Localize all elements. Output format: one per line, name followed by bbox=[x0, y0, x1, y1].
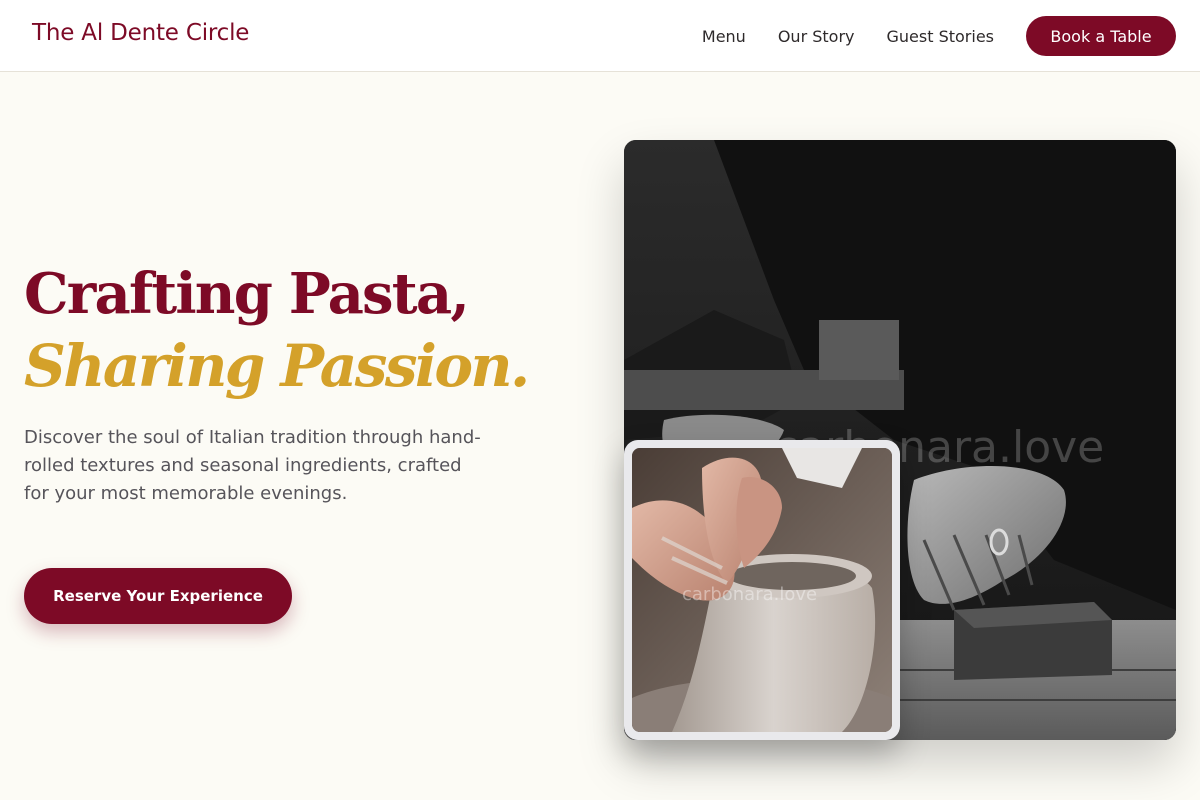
brand-logo[interactable]: The Al Dente Circle bbox=[32, 20, 249, 46]
nav-link-guest-stories[interactable]: Guest Stories bbox=[887, 27, 995, 46]
inset-photo-watermark: carbonara.love bbox=[682, 584, 818, 605]
inset-photo-frame: carbonara.love bbox=[624, 440, 900, 740]
book-table-button[interactable]: Book a Table bbox=[1026, 16, 1176, 56]
hero-description: Discover the soul of Italian tradition t… bbox=[24, 427, 481, 504]
main-nav: Menu Our Story Guest Stories Book a Tabl… bbox=[702, 16, 1176, 56]
hero-title-line-1: Crafting Pasta, bbox=[24, 261, 470, 327]
site-header: The Al Dente Circle Menu Our Story Guest… bbox=[0, 0, 1200, 72]
reserve-experience-button[interactable]: Reserve Your Experience bbox=[24, 568, 292, 624]
hero-title-line-2: Sharing Passion. bbox=[24, 332, 530, 400]
nav-link-menu[interactable]: Menu bbox=[702, 27, 746, 46]
hero-title: Crafting Pasta, Sharing Passion. bbox=[24, 258, 530, 402]
hands-shaping-photo: carbonara.love bbox=[632, 448, 892, 732]
nav-link-our-story[interactable]: Our Story bbox=[778, 27, 855, 46]
